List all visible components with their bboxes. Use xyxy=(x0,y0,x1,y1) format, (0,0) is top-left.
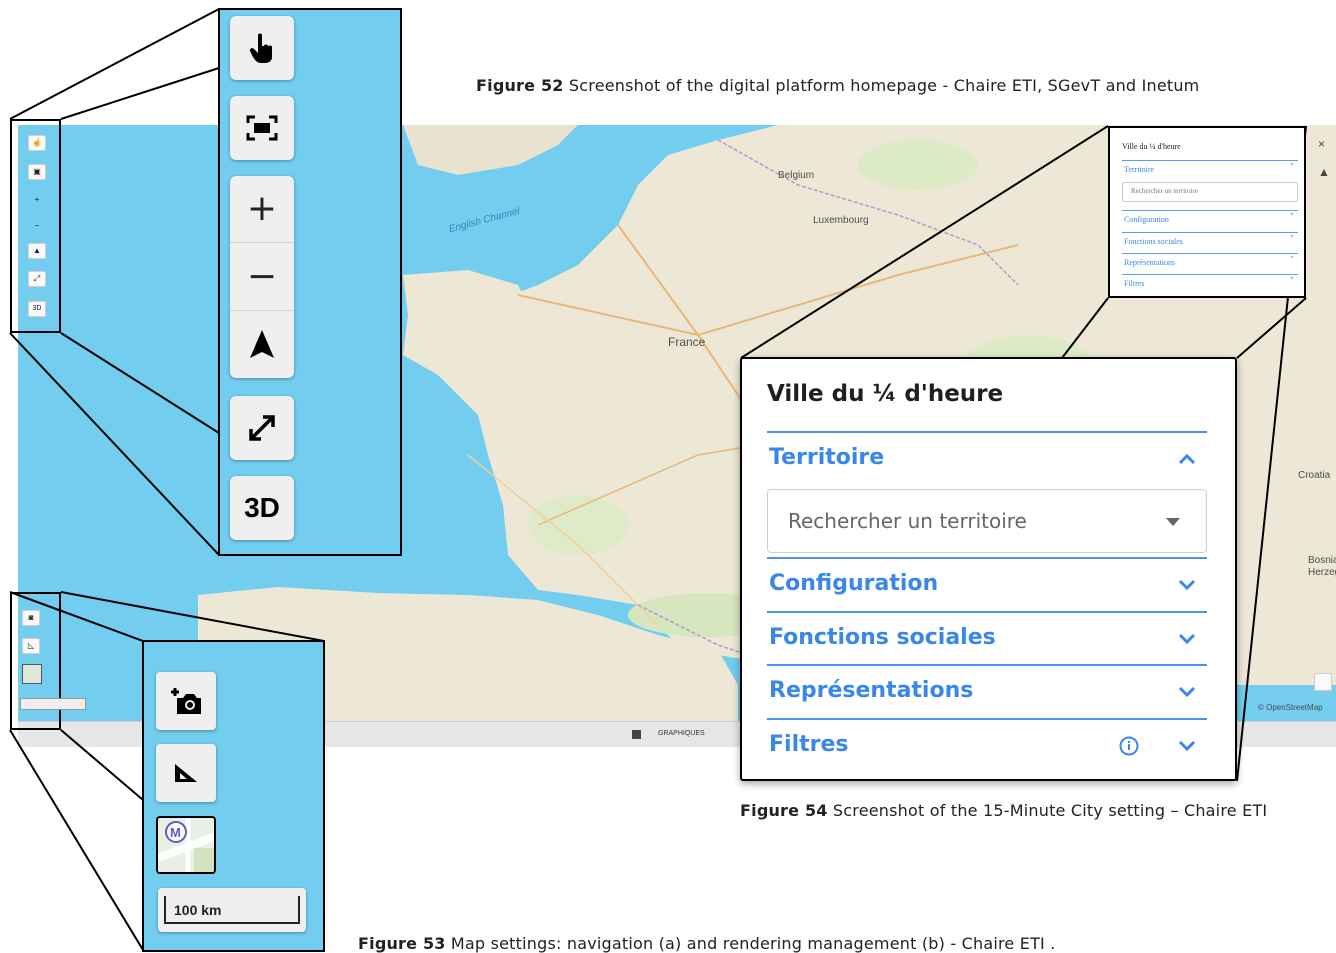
accordion-configuration-label: Configuration xyxy=(769,571,939,596)
mini-render-bar: ◙ ◺ xyxy=(10,592,86,730)
mini-fonctions-label: Fonctions sociales xyxy=(1124,237,1183,246)
mini-configuration-label: Configuration xyxy=(1124,215,1169,224)
accordion-fonctions-sociales[interactable]: Fonctions sociales xyxy=(767,611,1207,663)
mini-representations-row[interactable]: Représentations ˅ xyxy=(1122,253,1298,273)
fullscreen-button[interactable] xyxy=(230,96,294,160)
screenshot-button[interactable] xyxy=(156,672,216,730)
basemap-thumbnail-icon: M xyxy=(158,818,214,872)
figure-53-text: Map settings: navigation (a) and renderi… xyxy=(445,934,1056,953)
mini-chevron-down-icon: ˅ xyxy=(1289,256,1295,266)
mini-territoire-row[interactable]: Territoire ˄ xyxy=(1122,160,1298,180)
map-label-croatia: Croatia xyxy=(1298,470,1331,481)
map-close-icon[interactable]: × xyxy=(1318,137,1325,151)
figure-52-label: Figure 52 xyxy=(476,76,564,95)
mini-zoom-out-button[interactable]: − xyxy=(28,219,46,235)
graphiques-button[interactable]: GRAPHIQUES xyxy=(658,730,705,737)
figure-54-caption: Figure 54 Screenshot of the 15-Minute Ci… xyxy=(740,801,1267,820)
accordion-representations[interactable]: Représentations xyxy=(767,664,1207,716)
settings-panel-zoom: Ville du ¼ d'heure Territoire Rechercher… xyxy=(740,357,1237,781)
set-square-icon xyxy=(175,764,197,782)
figure-54-text: Screenshot of the 15-Minute City setting… xyxy=(827,801,1268,820)
zoom-divider-2 xyxy=(230,310,294,311)
mini-filtres-row[interactable]: Filtres ˅ xyxy=(1122,274,1298,294)
mini-zoom-in-button[interactable]: + xyxy=(28,193,46,209)
compass-arrow-icon xyxy=(250,330,274,358)
accordion-filtres-label: Filtres xyxy=(769,732,849,757)
accordion-territoire[interactable]: Territoire xyxy=(767,431,1207,483)
mini-scale xyxy=(20,698,86,710)
mini-filtres-label: Filtres xyxy=(1124,279,1145,288)
mini-representations-label: Représentations xyxy=(1124,258,1176,267)
accordion-fonctions-label: Fonctions sociales xyxy=(769,625,996,650)
mini-chevron-down-icon: ˅ xyxy=(1289,213,1295,223)
mini-search[interactable]: Rechercher un territoire xyxy=(1122,182,1298,202)
chevron-down-icon xyxy=(1178,579,1196,591)
mini-camera-button[interactable]: ◙ xyxy=(22,610,40,626)
nav-controls-zoom: + − 3D xyxy=(218,8,402,556)
compass-button[interactable] xyxy=(230,312,294,376)
pan-button[interactable] xyxy=(230,16,294,80)
zoom-divider-1 xyxy=(230,242,294,243)
map-label-luxembourg: Luxembourg xyxy=(813,215,869,226)
chevron-down-icon xyxy=(1178,633,1196,645)
map-attribution: © OpenStreetMap xyxy=(1258,703,1323,712)
mini-nav-bar: ☝ ▣ + − ▲ ⤢ 3D xyxy=(10,119,61,333)
accordion-territoire-label: Territoire xyxy=(769,445,885,470)
map-label-bosnia: Bosnia xyxy=(1308,555,1336,566)
hand-pointer-icon xyxy=(249,33,272,63)
mini-pan-button[interactable]: ☝ xyxy=(28,135,46,151)
chevron-up-icon xyxy=(1178,453,1196,465)
mini-search-text: Rechercher un territoire xyxy=(1131,187,1198,195)
mini-measure-button[interactable]: ◺ xyxy=(22,638,40,654)
expand-button[interactable] xyxy=(230,396,294,460)
zoom-in-button[interactable]: + xyxy=(230,176,294,240)
zoom-out-button[interactable]: − xyxy=(230,244,294,308)
mini-compass-button[interactable]: ▲ xyxy=(28,243,46,259)
fullscreen-icon xyxy=(246,115,278,141)
chevron-down-icon xyxy=(1178,740,1196,752)
map-layers-icon[interactable] xyxy=(1314,673,1332,691)
mini-panel-title: Ville du ¼ d'heure xyxy=(1122,142,1181,151)
accordion-filtres[interactable]: Filtres xyxy=(767,718,1207,768)
info-icon[interactable] xyxy=(1119,736,1139,756)
mini-chevron-down-icon: ˅ xyxy=(1289,277,1295,287)
scale-label: 100 km xyxy=(164,896,300,924)
map-label-france: France xyxy=(668,335,706,349)
accordion-representations-label: Représentations xyxy=(769,678,974,703)
mini-expand-button[interactable]: ⤢ xyxy=(28,271,46,287)
graphiques-icon[interactable] xyxy=(632,730,641,739)
map-label-herzego: Herzego xyxy=(1308,567,1336,578)
figure-53-label: Figure 53 xyxy=(358,934,446,953)
figure-54-label: Figure 54 xyxy=(740,801,828,820)
territoire-search-placeholder: Rechercher un territoire xyxy=(788,509,1027,533)
threed-button[interactable]: 3D xyxy=(230,476,294,540)
mini-territoire-label: Territoire xyxy=(1124,165,1155,174)
render-controls-zoom: M 100 km xyxy=(142,640,325,952)
mini-chevron-up-icon: ˄ xyxy=(1289,163,1295,173)
scale-bar: 100 km xyxy=(158,888,306,932)
dropdown-caret-icon xyxy=(1166,518,1180,526)
mini-settings-panel: Ville du ¼ d'heure Territoire ˄ Recherche… xyxy=(1108,126,1306,298)
svg-text:M: M xyxy=(170,825,181,840)
map-warning-icon[interactable]: ▲ xyxy=(1318,165,1330,179)
mini-fonctions-row[interactable]: Fonctions sociales ˅ xyxy=(1122,232,1298,252)
mini-3d-button[interactable]: 3D xyxy=(28,301,46,317)
basemap-selector[interactable]: M xyxy=(156,816,216,874)
figure-52-caption: Figure 52 Screenshot of the digital plat… xyxy=(476,76,1199,95)
mini-basemap-thumb[interactable] xyxy=(22,664,42,684)
accordion-configuration[interactable]: Configuration xyxy=(767,557,1207,609)
figure-52-text: Screenshot of the digital platform homep… xyxy=(563,76,1200,95)
camera-plus-icon xyxy=(171,688,201,714)
mini-fullscreen-button[interactable]: ▣ xyxy=(28,164,46,180)
territoire-search-select[interactable]: Rechercher un territoire xyxy=(767,489,1207,553)
panel-title: Ville du ¼ d'heure xyxy=(767,381,1004,407)
mini-chevron-down-icon: ˅ xyxy=(1289,235,1295,245)
measure-button[interactable] xyxy=(156,744,216,802)
figure-53-caption: Figure 53 Map settings: navigation (a) a… xyxy=(358,934,1056,953)
map-label-belgium: Belgium xyxy=(778,170,815,181)
mini-configuration-row[interactable]: Configuration ˅ xyxy=(1122,210,1298,230)
chevron-down-icon xyxy=(1178,686,1196,698)
expand-arrows-icon xyxy=(249,415,275,441)
